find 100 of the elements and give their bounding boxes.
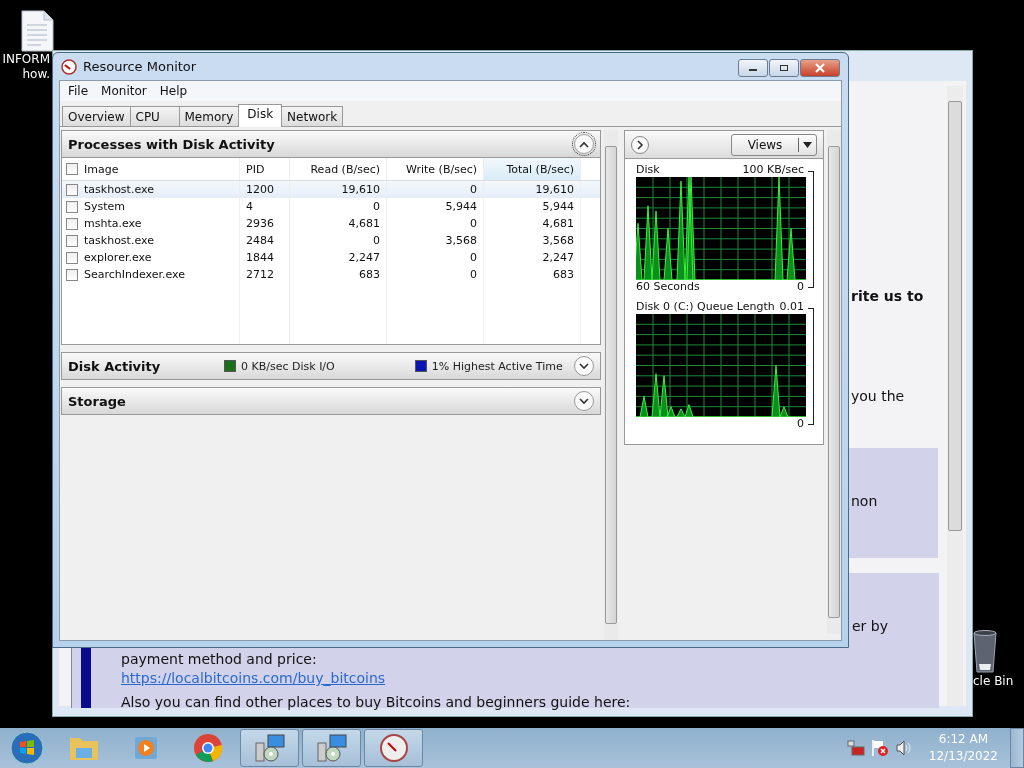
checkbox[interactable]: [66, 183, 78, 196]
tab[interactable]: CPU: [129, 106, 180, 126]
gauge-icon: [61, 58, 77, 75]
collapse-button[interactable]: [574, 134, 595, 154]
menu-item[interactable]: Monitor: [96, 84, 152, 98]
table-cell: 19,610: [341, 183, 380, 196]
legend-label: 1% Highest Active Time: [431, 359, 563, 373]
table-cell: taskhost.exe: [84, 234, 154, 247]
section-header[interactable]: Processes with Disk Activity: [61, 130, 602, 158]
maximize-icon: [779, 64, 789, 72]
column-header[interactable]: Total (B/sec): [484, 158, 581, 180]
table-cell: 0: [470, 251, 477, 264]
menu-item[interactable]: File: [63, 84, 94, 98]
checkbox[interactable]: [66, 217, 78, 230]
windows-logo: [10, 731, 44, 765]
table-cell: 0: [373, 200, 380, 213]
checkbox[interactable]: [66, 251, 78, 264]
message-text: payment method and price:: [121, 651, 317, 667]
chevron-icon: [579, 397, 590, 405]
flag-error-icon[interactable]: [870, 739, 889, 757]
checkbox[interactable]: [66, 200, 78, 213]
setup-app-button[interactable]: [302, 729, 361, 767]
checkbox[interactable]: [66, 234, 78, 247]
legend-label: 0 KB/sec Disk I/O: [241, 359, 335, 373]
speaker-icon[interactable]: [894, 740, 913, 756]
table-cell: System: [84, 200, 126, 213]
table-cell: explorer.exe: [84, 251, 152, 264]
table-cell: 2936: [246, 217, 274, 230]
bitcoin-link[interactable]: https://localbitcoins.com/buy_bitcoins: [121, 670, 386, 686]
table-cell: 0: [373, 234, 380, 247]
table-cell: mshta.exe: [84, 217, 142, 230]
message-text: you the: [851, 388, 905, 404]
graph-min-label: 0: [797, 280, 804, 294]
tab[interactable]: Overview: [62, 106, 131, 126]
table-cell: 683: [359, 268, 380, 281]
message-text: Also you can find other places to buy Bitcoins and beginners guide here:: [121, 694, 631, 710]
section-title: Storage: [68, 393, 127, 409]
caret-icon: [803, 141, 812, 148]
table-cell: 2,247: [542, 251, 574, 264]
recycle-bin-icon[interactable]: [973, 630, 997, 674]
maximize-button[interactable]: [769, 59, 799, 77]
graph-title: Disk 0 (C:) Queue Length: [636, 300, 775, 314]
views-button[interactable]: Views: [731, 133, 817, 156]
table-cell: 4,681: [348, 217, 380, 230]
graph-max-label: 0.01: [779, 300, 804, 314]
table-cell: 3,568: [542, 234, 574, 247]
close-button[interactable]: [800, 59, 840, 77]
scrollbar[interactable]: [827, 130, 841, 634]
setup-app-button[interactable]: [240, 729, 299, 767]
message-text: er by: [852, 618, 888, 634]
graph-min-label: 0: [797, 417, 804, 431]
table-cell: SearchIndexer.exe: [84, 268, 186, 281]
table-cell: 2484: [246, 234, 274, 247]
tab[interactable]: Disk: [238, 104, 283, 127]
graph-title: Disk: [636, 163, 660, 177]
message-text: rite us to: [851, 288, 924, 304]
section-title: Processes with Disk Activity: [68, 136, 275, 152]
chevron-icon: [579, 140, 590, 148]
computer-disc-icon: [253, 733, 286, 763]
table-cell: 0: [470, 183, 477, 196]
tab[interactable]: Network: [281, 106, 344, 126]
computer-disc-icon: [315, 733, 348, 763]
clock-time: 6:12 AM: [938, 731, 989, 748]
chevron-icon: [579, 362, 590, 370]
table-cell: taskhost.exe: [84, 183, 154, 196]
icon-label: INFORM: [2, 52, 50, 67]
menu-item[interactable]: Help: [154, 84, 193, 98]
show-desktop-button[interactable]: [1010, 728, 1024, 768]
scrollbar[interactable]: [604, 130, 618, 640]
table-cell: 2712: [246, 268, 274, 281]
close-icon: [814, 63, 826, 73]
table-cell: 683: [553, 268, 574, 281]
section-header[interactable]: Disk Activity 0 KB/sec Disk I/O 1% Highest Active Time: [61, 352, 602, 380]
graph-max-label: 100 KB/sec: [742, 163, 804, 177]
table-cell: 0: [470, 217, 477, 230]
expand-button[interactable]: [574, 391, 595, 411]
table-cell: 3,568: [445, 234, 477, 247]
checkbox[interactable]: [66, 163, 78, 175]
graph-footer: 60 Seconds: [636, 280, 700, 294]
network-error-icon[interactable]: [846, 740, 865, 756]
table-cell: 1844: [246, 251, 274, 264]
window-title: Resource Monitor: [83, 59, 197, 74]
scrollbar[interactable]: [947, 86, 963, 706]
checkbox[interactable]: [66, 268, 78, 281]
table-cell: 4,681: [542, 217, 574, 230]
table-cell: 5,944: [542, 200, 574, 213]
minimize-button[interactable]: [738, 59, 768, 77]
section-header[interactable]: Storage: [61, 387, 602, 415]
table-cell: 1200: [246, 183, 274, 196]
document-icon[interactable]: [20, 10, 54, 52]
table-cell: 2,247: [348, 251, 380, 264]
clock-date: 12/13/2022: [928, 748, 998, 765]
icon-label: how.: [22, 67, 50, 82]
expand-pane-button[interactable]: [631, 135, 649, 154]
tab[interactable]: Memory: [178, 106, 240, 126]
section-title: Disk Activity: [68, 358, 162, 374]
expand-button[interactable]: [574, 356, 595, 376]
gauge-app-button[interactable]: [364, 729, 423, 767]
table-cell: 19,610: [535, 183, 574, 196]
icon-label: cle Bin: [973, 674, 1014, 689]
